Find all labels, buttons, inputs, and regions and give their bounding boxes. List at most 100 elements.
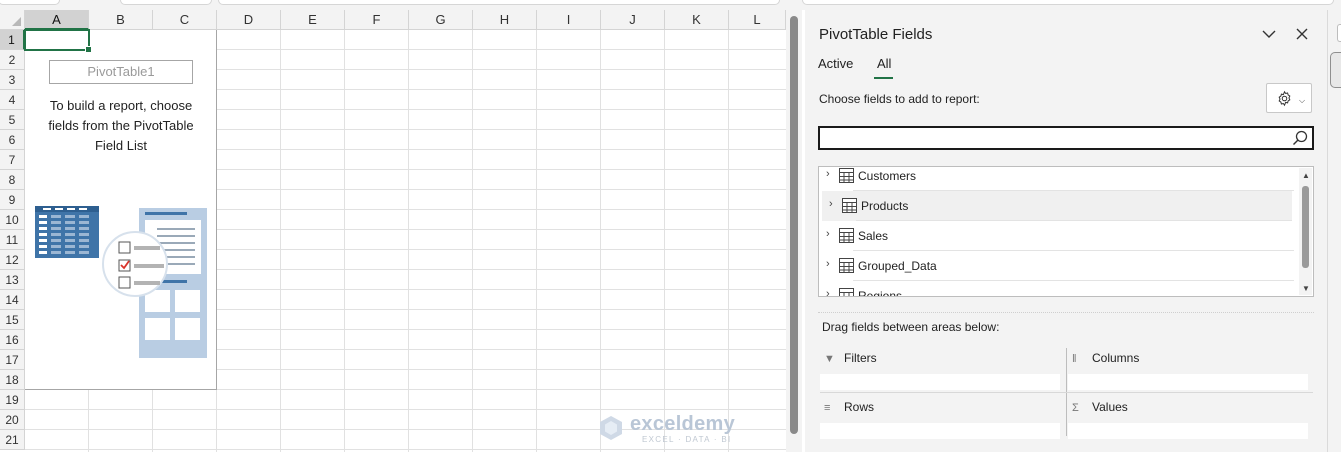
field-label: Customers [858,169,917,183]
filters-drop-zone[interactable] [820,374,1060,390]
side-tab[interactable] [1337,24,1341,42]
table-icon [839,258,854,273]
filters-area[interactable]: ▼ Filters [820,345,1060,390]
field-label: Grouped_Data [858,259,937,273]
row-header-17[interactable]: 17 [0,350,25,370]
row-header-20[interactable]: 20 [0,410,25,430]
filters-area-label: Filters [844,351,877,365]
column-header-F[interactable]: F [345,10,409,30]
row-header-10[interactable]: 10 [0,210,25,230]
row-header-19[interactable]: 19 [0,390,25,410]
row-header-3[interactable]: 3 [0,70,25,90]
field-item[interactable]: › Grouped_Data [819,251,1294,281]
field-item[interactable]: › Products [822,191,1292,221]
chevron-right-icon[interactable]: › [826,288,830,296]
table-icon [839,228,854,243]
column-header-A[interactable]: A [25,10,89,30]
row-header-18[interactable]: 18 [0,370,25,390]
areas-horizontal-divider [820,392,1313,393]
chevron-down-icon: ⌵ [1299,96,1306,105]
values-area[interactable]: Σ Values [1068,394,1308,439]
worksheet-grid[interactable]: ABCDEFGHIJKL 1 2 3 4 5 6 7 8 9 10 11 12 13 14 15 16 17 18… [0,10,786,452]
drag-fields-label: Drag fields between areas below: [822,320,1000,334]
exceldemy-logo-icon [600,416,622,440]
filter-icon: ▼ [824,353,835,365]
pivottable-fields-pane: PivotTable Fields Active All Choose fiel… [805,10,1327,452]
active-tab-indicator [874,77,893,79]
rows-icon: ≡ [824,402,831,414]
columns-area-label: Columns [1092,351,1140,365]
values-drop-zone[interactable] [1068,423,1308,439]
scroll-down-arrow-icon[interactable]: ▼ [1302,284,1310,293]
field-item[interactable]: › Customers [819,167,1294,191]
pivottable-illustration [35,206,207,358]
tab-active[interactable]: Active [818,56,853,71]
rows-area[interactable]: ≡ Rows [820,394,1060,439]
row-header-9[interactable]: 9 [0,190,25,210]
column-header-C[interactable]: C [153,10,217,30]
sheet-vertical-scrollbar[interactable] [786,10,802,452]
section-divider [818,312,1314,314]
pivottable-placeholder[interactable]: PivotTable1 To build a report, choose fi… [25,30,217,390]
search-icon[interactable] [1291,129,1309,147]
active-cell-A1[interactable] [24,29,92,53]
row-header-15[interactable]: 15 [0,310,25,330]
ribbon-tab-edge [218,0,780,5]
field-search-input[interactable] [822,129,1286,149]
column-header-I[interactable]: I [537,10,601,30]
field-list[interactable]: › Customers › Products › Sales › Grouped_Data › R… [818,166,1314,297]
row-header-5[interactable]: 5 [0,110,25,130]
field-settings-button[interactable]: ⌵ [1266,83,1312,113]
row-header-7[interactable]: 7 [0,150,25,170]
chevron-right-icon[interactable]: › [826,168,830,180]
row-header-16[interactable]: 16 [0,330,25,350]
column-header-D[interactable]: D [217,10,281,30]
columns-area[interactable]: ‖ Columns [1068,345,1308,390]
select-all-corner[interactable] [0,10,25,30]
columns-icon: ‖ [1072,353,1077,365]
field-list-scrollbar[interactable]: ▲ ▼ [1299,168,1312,295]
columns-drop-zone[interactable] [1068,374,1308,390]
column-header-B[interactable]: B [89,10,153,30]
gear-icon [1278,90,1291,107]
scroll-up-arrow-icon[interactable]: ▲ [1302,171,1310,180]
row-header-11[interactable]: 11 [0,230,25,250]
ribbon-tab-edge [120,0,212,5]
column-header-E[interactable]: E [281,10,345,30]
row-header-21[interactable]: 21 [0,430,25,450]
table-icon [839,288,854,296]
row-header-14[interactable]: 14 [0,290,25,310]
column-header-L[interactable]: L [729,10,786,30]
field-item[interactable]: › Sales [819,221,1294,251]
row-header-13[interactable]: 13 [0,270,25,290]
tab-all[interactable]: All [877,56,891,71]
ribbon-tab-edge [0,0,60,5]
row-header-6[interactable]: 6 [0,130,25,150]
chevron-right-icon[interactable]: › [826,258,830,270]
row-header-2[interactable]: 2 [0,50,25,70]
chevron-right-icon[interactable]: › [826,228,830,240]
row-header-12[interactable]: 12 [0,250,25,270]
field-list-scroll-thumb[interactable] [1302,186,1309,268]
row-header-1[interactable]: 1 [0,30,25,50]
side-tab-selected[interactable] [1330,52,1341,88]
column-header-H[interactable]: H [473,10,537,30]
row-header-8[interactable]: 8 [0,170,25,190]
column-header-G[interactable]: G [409,10,473,30]
scrollbar-thumb[interactable] [790,16,798,434]
chevron-right-icon[interactable]: › [829,198,833,210]
pivottable-instructions: To build a report, choose fields from th… [48,98,194,153]
field-label: Sales [858,229,889,243]
chevron-down-icon[interactable] [1260,25,1278,43]
column-header-J[interactable]: J [601,10,665,30]
field-item[interactable]: › Regions [819,281,1294,296]
column-header-K[interactable]: K [665,10,729,30]
rows-drop-zone[interactable] [820,423,1060,439]
exceldemy-watermark: exceldemy EXCEL · DATA · BI [598,413,748,447]
ribbon-tab-edge [802,0,1334,5]
sigma-icon: Σ [1072,402,1079,414]
choose-fields-label: Choose fields to add to report: [819,92,980,106]
close-icon[interactable] [1293,25,1311,43]
field-search-box[interactable] [818,126,1314,150]
row-header-4[interactable]: 4 [0,90,25,110]
